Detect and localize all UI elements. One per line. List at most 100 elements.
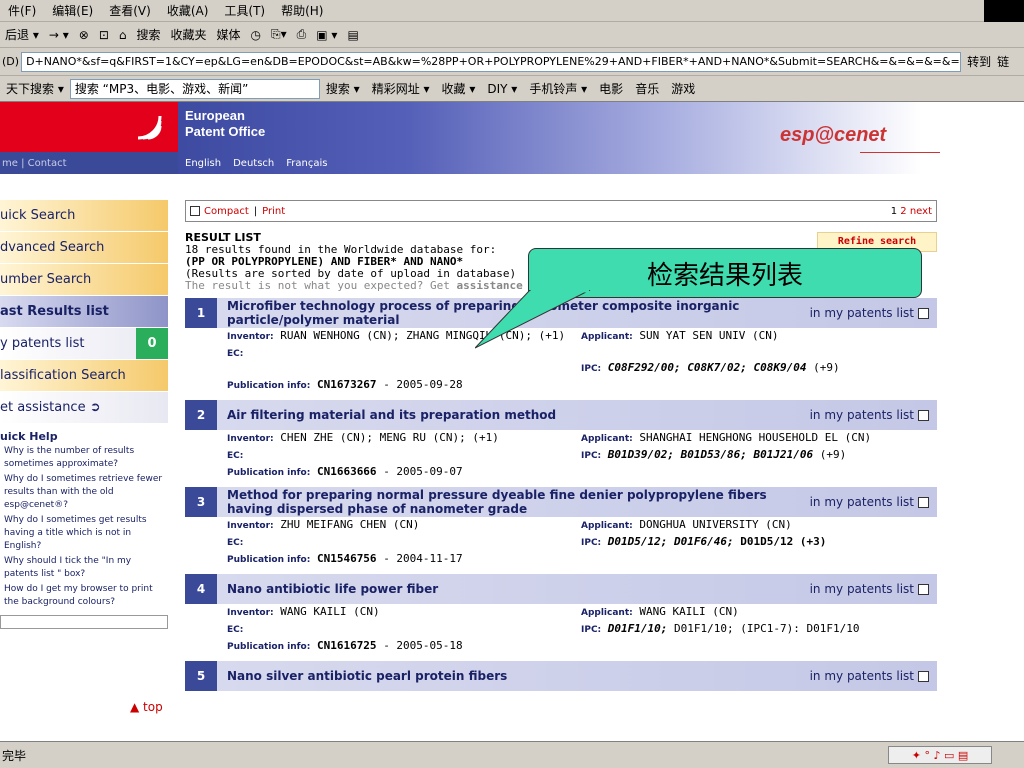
result-title-link[interactable]: Method for preparing normal pressure dye… [217, 488, 777, 516]
nav-get-assistance[interactable]: et assistance ➲ [0, 392, 168, 424]
help-divider-box [0, 615, 168, 629]
ipc-value[interactable]: B01D39/02; B01D53/86; B01J21/06 [608, 448, 813, 461]
help-link[interactable]: Why should I tick the "In my patents lis… [0, 555, 168, 581]
result-number: 4 [185, 574, 217, 604]
pub-date: - 2004-11-17 [383, 552, 463, 565]
result-item: 2 Air filtering material and its prepara… [185, 400, 937, 481]
inventor-value: WANG KAILI (CN) [280, 605, 380, 618]
pub-number[interactable]: CN1546756 [317, 552, 377, 565]
address-input[interactable]: D+NANO*&sf=q&FIRST=1&CY=ep&LG=en&DB=EPOD… [21, 51, 962, 72]
music-button[interactable]: 音乐 [629, 80, 665, 97]
search-go-button[interactable]: 搜索 ▾ [320, 80, 366, 97]
result-number: 5 [185, 661, 217, 691]
stop-icon[interactable]: ⊗ [74, 28, 94, 42]
menu-favorites[interactable]: 收藏(A) [159, 2, 217, 19]
pub-number[interactable]: CN1663666 [317, 465, 377, 478]
nav-classification-search[interactable]: lassification Search [0, 360, 168, 392]
favorites-button[interactable]: 收藏夹 [166, 26, 212, 43]
game-button[interactable]: 游戏 [665, 80, 701, 97]
links-label[interactable]: 链 [997, 53, 1009, 70]
ec-label: EC: [227, 538, 244, 548]
home-contact-links[interactable]: me | Contact [0, 152, 178, 174]
pub-number[interactable]: CN1673267 [317, 378, 377, 391]
nav-quick-search[interactable]: uick Search [0, 200, 168, 232]
lang-english[interactable]: English [185, 158, 221, 169]
home-icon[interactable]: ⌂ [114, 28, 132, 42]
movie-button[interactable]: 电影 [593, 80, 629, 97]
pub-date: - 2005-09-07 [383, 465, 463, 478]
edit-icon[interactable]: ▣ ▾ [311, 28, 342, 42]
in-list-label: in my patents list [809, 495, 914, 509]
in-list-checkbox[interactable] [918, 583, 929, 595]
pub-number[interactable]: CN1616725 [317, 639, 377, 652]
in-list-checkbox[interactable] [918, 307, 929, 319]
input-method-tray-icon[interactable]: ✦ ° ♪ ▭ ▤ [888, 746, 992, 764]
result-number: 3 [185, 487, 217, 517]
menu-help[interactable]: 帮助(H) [273, 2, 331, 19]
help-link[interactable]: Why is the number of results sometimes a… [0, 445, 168, 471]
my-patents-count: 0 [136, 328, 168, 359]
result-title-link[interactable]: Nano antibiotic life power fiber [217, 582, 777, 596]
top-link[interactable]: ▲ top [130, 700, 163, 714]
result-title-link[interactable]: Nano silver antibiotic pearl protein fib… [217, 669, 777, 683]
in-list-checkbox[interactable] [918, 496, 929, 508]
compact-checkbox[interactable] [190, 206, 200, 216]
help-link[interactable]: Why do I sometimes get results having a … [0, 514, 168, 553]
page-current: 1 [890, 205, 898, 217]
pub-label: Publication info: [227, 642, 311, 652]
compact-link[interactable]: Compact [204, 206, 249, 217]
help-link[interactable]: How do I get my browser to print the bac… [0, 583, 168, 609]
espacenet-logo[interactable]: esp@cenet [780, 124, 886, 147]
ipc-label: IPC: [581, 451, 602, 461]
ipc-value[interactable]: D01D5/12; D01F6/46; [608, 535, 734, 548]
nav-number-search[interactable]: umber Search [0, 264, 168, 296]
pub-date: - 2005-09-28 [383, 378, 463, 391]
page-2-link[interactable]: 2 [900, 206, 906, 217]
lang-francais[interactable]: Français [286, 158, 327, 169]
result-details: Inventor: WANG KAILI (CN) EC: Applicant: … [185, 604, 937, 638]
collect-button[interactable]: 收藏 ▾ [436, 80, 482, 97]
sites-button[interactable]: 精彩网址 ▾ [366, 80, 436, 97]
nav-advanced-search[interactable]: dvanced Search [0, 232, 168, 264]
callout-pointer-icon [475, 290, 591, 349]
menu-view[interactable]: 查看(V) [101, 2, 159, 19]
history-icon[interactable]: ◷ [246, 28, 266, 42]
menu-file[interactable]: 件(F) [0, 2, 44, 19]
back-button[interactable]: 后退 ▾ [0, 26, 44, 43]
inventor-label: Inventor: [227, 434, 274, 444]
nav-label: y patents list [0, 336, 85, 351]
result-item: 5 Nano silver antibiotic pearl protein f… [185, 661, 937, 691]
in-list-checkbox[interactable] [918, 409, 929, 421]
result-title-link[interactable]: Air filtering material and its preparati… [217, 408, 777, 422]
refresh-icon[interactable]: ⊡ [94, 28, 114, 42]
in-list-checkbox[interactable] [918, 670, 929, 682]
mail-icon[interactable]: ⎘▾ [266, 27, 292, 42]
ipc-value[interactable]: D01F1/10; [608, 622, 668, 635]
discuss-icon[interactable]: ▤ [342, 28, 363, 42]
menu-tools[interactable]: 工具(T) [216, 2, 273, 19]
search-button[interactable]: 搜索 [132, 26, 166, 43]
forward-button[interactable]: → ▾ [44, 28, 74, 42]
menu-edit[interactable]: 编辑(E) [44, 2, 101, 19]
lang-deutsch[interactable]: Deutsch [233, 158, 274, 169]
print-icon[interactable]: ⎙ [292, 27, 312, 42]
ipc-extra: (+9) [819, 448, 847, 461]
media-button[interactable]: 媒体 [212, 26, 246, 43]
diy-button[interactable]: DIY ▾ [481, 82, 523, 96]
ipc-value[interactable]: C08F292/00; C08K7/02; C08K9/04 [608, 361, 807, 374]
go-button[interactable]: 转到 [961, 53, 997, 70]
nav-my-patents[interactable]: y patents list 0 [0, 328, 168, 360]
help-link[interactable]: Why do I sometimes retrieve fewer result… [0, 473, 168, 512]
browser-toolbar: 后退 ▾ → ▾ ⊗ ⊡ ⌂ 搜索 收藏夹 媒体 ◷ ⎘▾ ⎙ ▣ ▾ ▤ [0, 22, 1024, 48]
result-title-row: 3 Method for preparing normal pressure d… [185, 487, 937, 517]
ec-label: EC: [227, 451, 244, 461]
epo-header: me | Contact European Patent Office Engl… [0, 102, 1024, 174]
print-link[interactable]: Print [262, 206, 285, 217]
next-link[interactable]: next [910, 206, 932, 217]
ec-label: EC: [227, 349, 244, 359]
nav-last-results[interactable]: ast Results list [0, 296, 168, 328]
toolbar-search-input[interactable]: 搜索 “MP3、电影、游戏、新闻” [69, 78, 320, 99]
search-engine-select[interactable]: 天下搜索 ▾ [0, 80, 70, 97]
pub-label: Publication info: [227, 381, 311, 391]
ringtone-button[interactable]: 手机铃声 ▾ [523, 80, 593, 97]
